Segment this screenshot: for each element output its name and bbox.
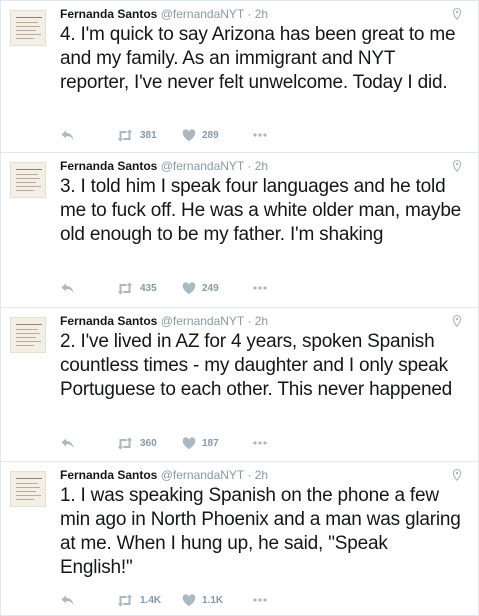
tweet-actions: 381 289 <box>60 127 360 143</box>
avatar[interactable] <box>10 317 46 353</box>
reply-icon <box>60 437 75 450</box>
tweet-header: Fernanda Santos @fernandaNYT · 2h <box>60 468 268 482</box>
author-name[interactable]: Fernanda Santos <box>60 314 157 328</box>
retweet-button[interactable]: 360 <box>116 435 157 451</box>
tweet-timestamp[interactable]: · 2h <box>247 468 268 482</box>
heart-icon <box>182 128 196 142</box>
more-icon <box>252 132 268 138</box>
retweet-icon <box>116 594 134 607</box>
reply-icon <box>60 129 75 142</box>
tweet-actions: 360 187 <box>60 435 360 451</box>
tweet-timestamp[interactable]: · 2h <box>247 314 268 328</box>
tweet-text: 2. I've lived in AZ for 4 years, spoken … <box>60 331 453 400</box>
location-pin-icon[interactable] <box>450 159 464 173</box>
tweet-timeline: Fernanda Santos @fernandaNYT · 2h 4. I'm… <box>0 0 479 616</box>
more-button[interactable] <box>252 435 268 451</box>
author-name[interactable]: Fernanda Santos <box>60 7 157 21</box>
author-handle[interactable]: @fernandaNYT <box>161 7 244 21</box>
tweet[interactable]: Fernanda Santos @fernandaNYT · 2h 2. I'v… <box>0 307 479 461</box>
like-button[interactable]: 187 <box>182 435 219 451</box>
author-handle[interactable]: @fernandaNYT <box>161 314 244 328</box>
like-count: 289 <box>202 129 219 141</box>
tweet-header: Fernanda Santos @fernandaNYT · 2h <box>60 159 268 173</box>
like-count: 187 <box>202 437 219 449</box>
tweet[interactable]: Fernanda Santos @fernandaNYT · 2h 4. I'm… <box>0 0 479 152</box>
location-pin-icon[interactable] <box>450 314 464 328</box>
tweet-timestamp[interactable]: · 2h <box>247 159 268 173</box>
retweet-icon <box>116 282 134 295</box>
more-button[interactable] <box>252 592 268 608</box>
reply-icon <box>60 594 75 607</box>
author-handle[interactable]: @fernandaNYT <box>161 468 244 482</box>
avatar[interactable] <box>10 10 46 46</box>
reply-button[interactable] <box>60 280 75 296</box>
avatar[interactable] <box>10 162 46 198</box>
retweet-count: 435 <box>140 282 157 294</box>
retweet-count: 360 <box>140 437 157 449</box>
like-count: 249 <box>202 282 219 294</box>
tweet-text: 1. I was speaking Spanish on the phone a… <box>60 485 461 578</box>
author-name[interactable]: Fernanda Santos <box>60 468 157 482</box>
heart-icon <box>182 436 196 450</box>
location-pin-icon[interactable] <box>450 468 464 482</box>
tweet-actions: 435 249 <box>60 280 360 296</box>
more-icon <box>252 440 268 446</box>
heart-icon <box>182 281 196 295</box>
tweet-timestamp[interactable]: · 2h <box>247 7 268 21</box>
reply-button[interactable] <box>60 435 75 451</box>
tweet-text: 3. I told him I speak four languages and… <box>60 176 462 245</box>
like-button[interactable]: 289 <box>182 127 219 143</box>
retweet-button[interactable]: 381 <box>116 127 157 143</box>
tweet-actions: 1.4K 1.1K <box>60 592 360 608</box>
retweet-count: 1.4K <box>140 594 162 606</box>
tweet-header: Fernanda Santos @fernandaNYT · 2h <box>60 7 268 21</box>
tweet-text: 4. I'm quick to say Arizona has been gre… <box>60 24 456 93</box>
like-count: 1.1K <box>202 594 224 606</box>
more-button[interactable] <box>252 127 268 143</box>
reply-icon <box>60 282 75 295</box>
tweet-header: Fernanda Santos @fernandaNYT · 2h <box>60 314 268 328</box>
tweet[interactable]: Fernanda Santos @fernandaNYT · 2h 3. I t… <box>0 152 479 307</box>
retweet-button[interactable]: 1.4K <box>116 592 161 608</box>
like-button[interactable]: 249 <box>182 280 219 296</box>
more-button[interactable] <box>252 280 268 296</box>
retweet-count: 381 <box>140 129 157 141</box>
retweet-icon <box>116 437 134 450</box>
heart-icon <box>182 593 196 607</box>
more-icon <box>252 285 268 291</box>
tweet[interactable]: Fernanda Santos @fernandaNYT · 2h 1. I w… <box>0 461 479 616</box>
author-handle[interactable]: @fernandaNYT <box>161 159 244 173</box>
more-icon <box>252 597 268 603</box>
retweet-button[interactable]: 435 <box>116 280 157 296</box>
avatar[interactable] <box>10 471 46 507</box>
author-name[interactable]: Fernanda Santos <box>60 159 157 173</box>
reply-button[interactable] <box>60 592 75 608</box>
reply-button[interactable] <box>60 127 75 143</box>
location-pin-icon[interactable] <box>450 7 464 21</box>
retweet-icon <box>116 129 134 142</box>
like-button[interactable]: 1.1K <box>182 592 223 608</box>
